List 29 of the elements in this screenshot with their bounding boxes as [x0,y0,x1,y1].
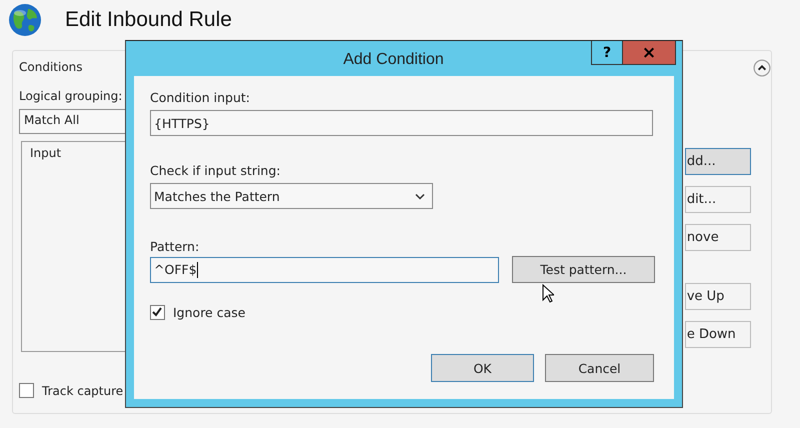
checkbox-label: Ignore case [173,305,246,320]
checkbox[interactable] [19,383,34,398]
globe-icon [8,3,42,37]
field-label: Logical grouping: [19,89,124,105]
action-button[interactable]: dit... [684,186,751,213]
section-heading: Conditions [19,60,84,76]
action-button[interactable]: e Down [684,321,751,348]
chevron-down-icon [415,192,425,200]
mouse-pointer-icon [542,284,554,303]
column-header[interactable]: Input [30,146,62,160]
condition-input-field[interactable]: {HTTPS} [150,110,653,136]
pattern-input-field[interactable]: ^OFF$ [150,256,499,282]
action-button[interactable]: nove [684,224,751,251]
dialog-title: Add Condition [342,50,445,69]
window-title: Edit Inbound Rule [65,8,232,32]
field-label: Condition input: [150,90,251,106]
collapse-icon[interactable] [753,59,771,77]
dialog-button[interactable]: Cancel [545,354,654,382]
checkbox-label: Track capture [42,384,124,398]
close-button[interactable]: × [623,41,676,65]
action-button[interactable]: ve Up [684,283,751,310]
field-label: Pattern: [150,239,200,255]
test-pattern-button[interactable]: Test pattern... [512,256,655,283]
help-button[interactable]: ? [591,41,623,65]
field-label: Check if input string: [150,163,282,179]
checkbox[interactable] [150,305,165,320]
action-button[interactable]: dd... [684,148,751,175]
match-dropdown[interactable]: Matches the Pattern [150,183,433,209]
dialog-button[interactable]: OK [431,354,534,382]
